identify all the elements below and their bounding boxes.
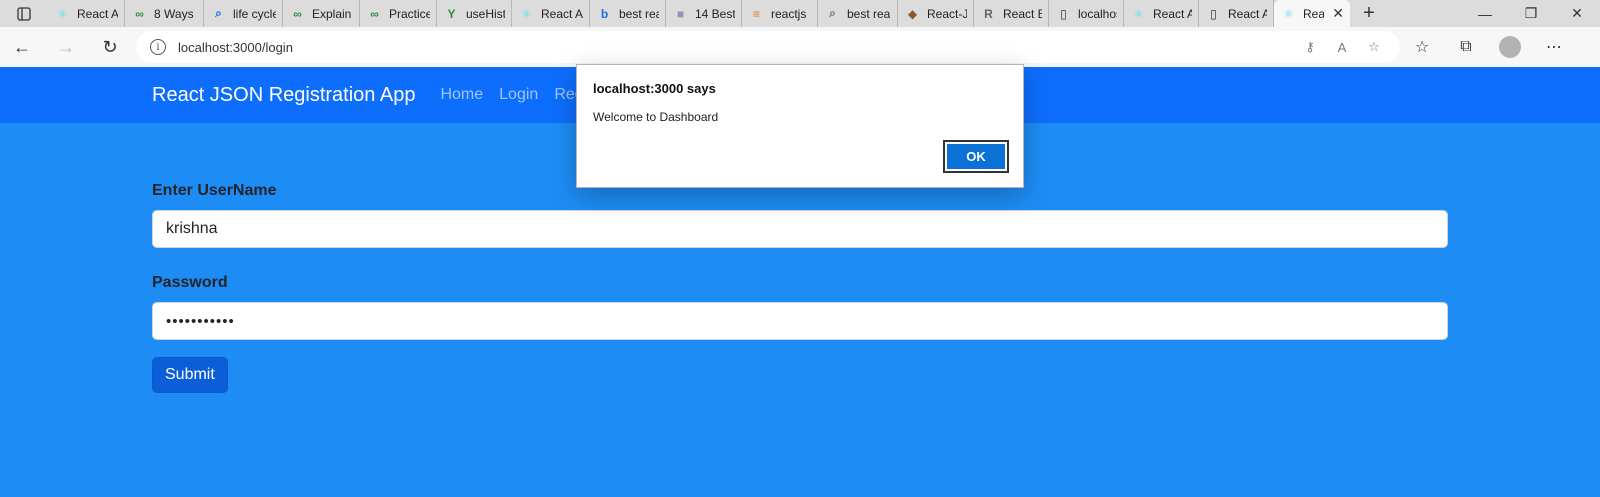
- ellipsis-icon: ⋯: [1546, 39, 1562, 56]
- tab-close-icon[interactable]: ✕: [1332, 5, 1344, 22]
- tab-label: best rea: [847, 6, 891, 21]
- refresh-icon: ↻: [102, 36, 118, 57]
- favorites-icon: ☆: [1414, 39, 1430, 56]
- page-icon: ▯: [1060, 6, 1067, 21]
- tab-label: Explain: [312, 6, 352, 21]
- info-icon[interactable]: i: [150, 39, 166, 55]
- close-icon: ✕: [1571, 5, 1583, 21]
- tab-label: React-JS: [927, 6, 967, 21]
- browser-tab[interactable]: ◆ React-JS: [898, 0, 974, 27]
- profile-avatar[interactable]: [1499, 36, 1521, 58]
- submit-button[interactable]: Submit: [152, 357, 228, 393]
- tab-actions-button[interactable]: [0, 0, 48, 27]
- browser-tab[interactable]: ⚛ React A: [48, 0, 125, 27]
- minimize-button[interactable]: —: [1462, 0, 1508, 27]
- tab-label: 14 Best: [695, 6, 735, 21]
- r-icon: R: [984, 6, 993, 21]
- add-favorite-icon[interactable]: ☆: [1358, 39, 1390, 55]
- url-text[interactable]: localhost:3000/login: [178, 40, 1294, 55]
- tab-label: React A: [1153, 6, 1192, 21]
- react-icon: ⚛: [1283, 6, 1294, 21]
- window-controls: — ❐ ✕: [1462, 0, 1600, 27]
- username-input[interactable]: krishna: [152, 210, 1448, 248]
- tab-label: localhos: [1078, 6, 1117, 21]
- plus-icon: +: [1363, 2, 1375, 24]
- navbar-brand[interactable]: React JSON Registration App: [152, 84, 415, 107]
- restore-icon: ❐: [1524, 5, 1538, 21]
- search-icon: ⌕: [215, 6, 222, 20]
- search-icon: ⌕: [829, 6, 836, 20]
- close-window-button[interactable]: ✕: [1554, 0, 1600, 27]
- browser-tab[interactable]: ⌕ best rea: [818, 0, 898, 27]
- tab-label: reactjs: [771, 6, 807, 21]
- browser-tab[interactable]: ⚛ React A: [1124, 0, 1199, 27]
- gfg-icon: ∞: [370, 6, 379, 21]
- bing-icon: b: [600, 6, 609, 21]
- arrow-left-icon: ←: [13, 36, 31, 57]
- browser-tab[interactable]: R React B: [974, 0, 1049, 27]
- login-form: Enter UserName krishna Password ••••••••…: [152, 182, 1448, 393]
- site-icon: ■: [676, 6, 685, 21]
- tab-list: ⚛ React A ∞ 8 Ways ⌕ life cycle ∞ Explain ∞ Pract…: [48, 0, 1350, 27]
- browser-tab[interactable]: ▯ localhos: [1049, 0, 1124, 27]
- tab-actions-icon: [17, 6, 31, 21]
- browser-tab[interactable]: ∞ 8 Ways: [125, 0, 204, 27]
- alert-dialog: localhost:3000 says Welcome to Dashboard…: [576, 64, 1024, 188]
- tab-label: React A: [1228, 6, 1267, 21]
- more-menu-button[interactable]: ⋯: [1532, 37, 1576, 57]
- browser-tab[interactable]: ▯ React A: [1199, 0, 1274, 27]
- browser-tab[interactable]: ∞ Explain: [283, 0, 360, 27]
- browser-tab[interactable]: ■ 14 Best: [666, 0, 742, 27]
- tab-label: Practice: [389, 6, 430, 21]
- browser-tab[interactable]: b best rea: [590, 0, 666, 27]
- tab-label: useHist: [466, 6, 505, 21]
- dialog-message: Welcome to Dashboard: [593, 110, 719, 124]
- page-icon: ▯: [1210, 6, 1217, 21]
- gfg-icon: ∞: [293, 6, 302, 21]
- address-bar[interactable]: i localhost:3000/login ⚷ A ☆: [136, 31, 1400, 63]
- ok-button[interactable]: OK: [943, 140, 1009, 173]
- browser-tab[interactable]: ≡ reactjs: [742, 0, 818, 27]
- tab-label: life cycle: [233, 6, 276, 21]
- key-icon[interactable]: ⚷: [1294, 39, 1326, 55]
- password-input[interactable]: •••••••••••: [152, 302, 1448, 340]
- dialog-title: localhost:3000 says: [593, 81, 716, 96]
- so-icon: ≡: [752, 6, 760, 21]
- password-label: Password: [152, 274, 228, 291]
- nav-link-home[interactable]: Home: [440, 86, 483, 104]
- y-icon: Y: [447, 6, 456, 21]
- browser-tab-strip: ⚛ React A ∞ 8 Ways ⌕ life cycle ∞ Explain ∞ Pract…: [0, 0, 1600, 27]
- browser-toolbar: ← → ↻ i localhost:3000/login ⚷ A ☆ ☆ ⧉ ⋯: [0, 27, 1600, 67]
- tab-label: Rea: [1303, 6, 1325, 21]
- read-aloud-icon[interactable]: A: [1326, 40, 1358, 55]
- back-button[interactable]: ←: [0, 31, 44, 63]
- browser-tab[interactable]: ⌕ life cycle: [204, 0, 283, 27]
- gfg-icon: ∞: [135, 6, 144, 21]
- forward-button[interactable]: →: [44, 31, 88, 63]
- minimize-icon: —: [1478, 5, 1492, 22]
- refresh-button[interactable]: ↻: [88, 31, 132, 63]
- favorites-button[interactable]: ☆: [1400, 37, 1444, 57]
- restore-button[interactable]: ❐: [1508, 0, 1554, 27]
- tab-label: React A: [77, 6, 118, 21]
- collections-icon: ⧉: [1460, 38, 1472, 55]
- new-tab-button[interactable]: +: [1350, 0, 1388, 27]
- collections-button[interactable]: ⧉: [1444, 38, 1488, 56]
- lib-icon: ◆: [907, 6, 918, 21]
- browser-tab[interactable]: ⚛ Rea ✕: [1274, 0, 1350, 27]
- tab-label: React A: [541, 6, 583, 21]
- tab-label: React B: [1003, 6, 1042, 21]
- browser-tab[interactable]: ∞ Practice: [360, 0, 437, 27]
- tab-label: 8 Ways: [154, 6, 194, 21]
- tab-label: best rea: [619, 6, 659, 21]
- react-icon: ⚛: [57, 6, 68, 21]
- react-icon: ⚛: [1133, 6, 1144, 21]
- nav-link-login[interactable]: Login: [499, 86, 538, 104]
- react-icon: ⚛: [521, 6, 532, 21]
- browser-tab[interactable]: ⚛ React A: [512, 0, 590, 27]
- browser-tab[interactable]: YuseHist: [437, 0, 512, 27]
- arrow-right-icon: →: [57, 36, 75, 57]
